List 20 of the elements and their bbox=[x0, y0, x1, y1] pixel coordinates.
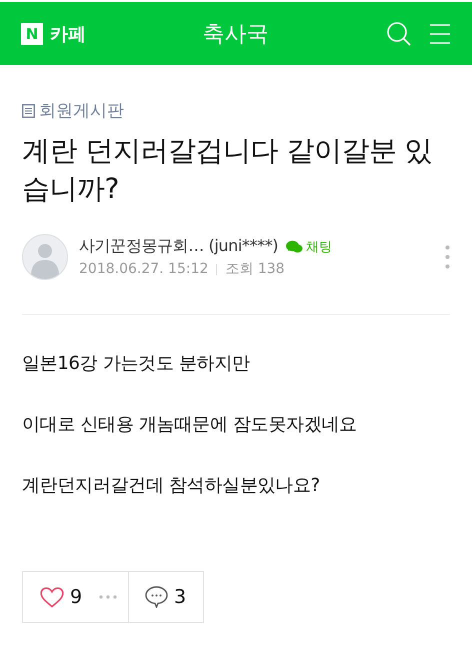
post-title: 계란 던지러갈겁니다 같이갈분 있습니까? bbox=[22, 133, 434, 207]
board-link[interactable]: 회원게시판 bbox=[22, 99, 124, 122]
view-count: 조회 138 bbox=[225, 260, 285, 278]
service-name[interactable]: 카페 bbox=[50, 22, 86, 46]
search-icon[interactable] bbox=[386, 20, 412, 46]
body-paragraph: 계란던지러갈건데 참석하실분있나요? bbox=[22, 474, 321, 498]
menu-icon[interactable] bbox=[430, 22, 450, 44]
board-icon bbox=[22, 104, 35, 118]
body-paragraph: 이대로 신태용 개놈때문에 잠도못자겠네요 bbox=[22, 413, 358, 437]
post-date: 2018.06.27. 15:12 bbox=[79, 261, 208, 277]
more-icon bbox=[99, 595, 118, 599]
chat-bubble-icon bbox=[286, 240, 304, 254]
more-options-icon[interactable] bbox=[445, 245, 450, 269]
body-paragraph: 일본16강 가는것도 분하지만 bbox=[22, 352, 251, 376]
author-name[interactable]: 사기꾼정몽규회… (juni****) bbox=[79, 236, 278, 257]
speech-bubble-icon bbox=[145, 586, 168, 608]
chat-link[interactable]: 채팅 bbox=[286, 238, 332, 256]
cafe-title[interactable]: 축사국 bbox=[141, 18, 330, 48]
naver-logo[interactable]: N bbox=[21, 22, 43, 44]
avatar-icon[interactable] bbox=[22, 234, 68, 280]
